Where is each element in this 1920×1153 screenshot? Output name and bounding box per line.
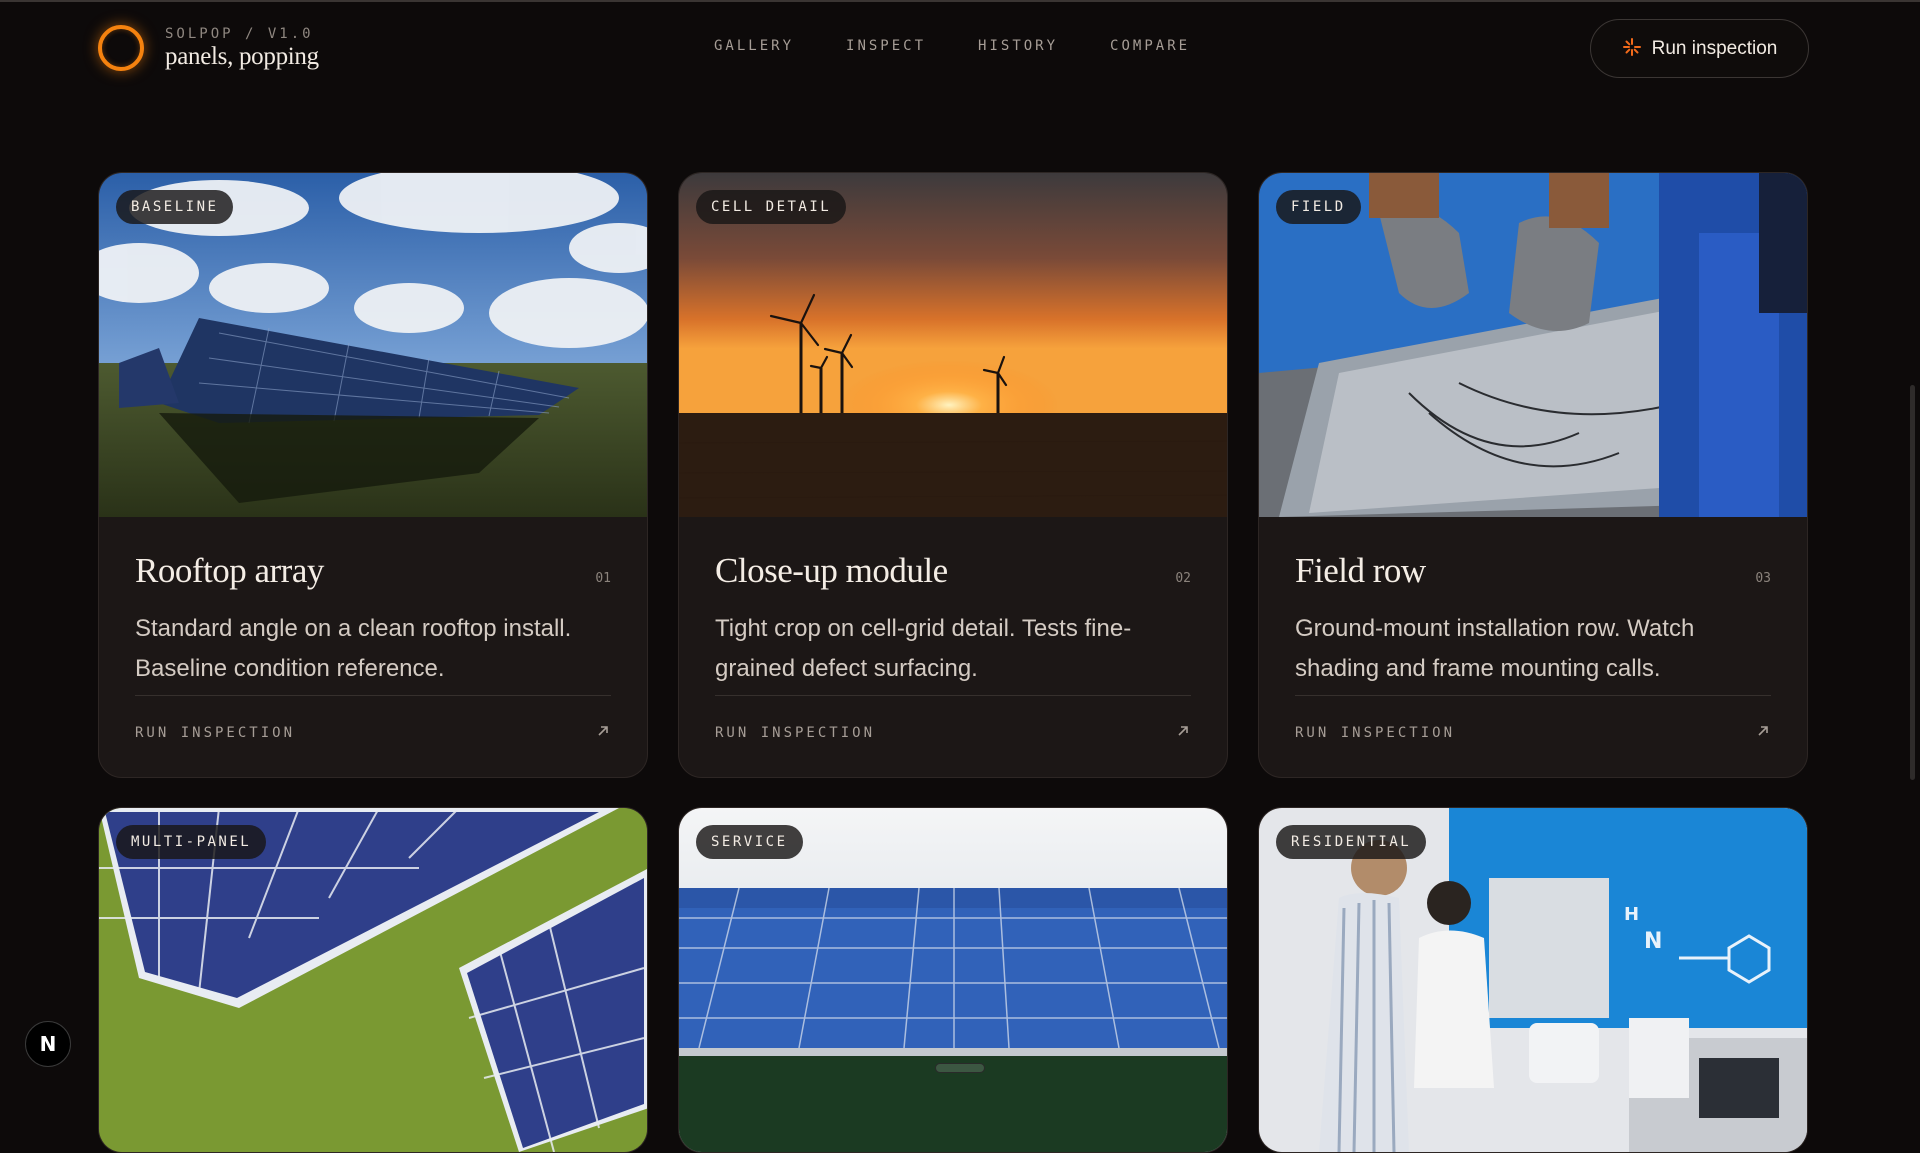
card-description: Tight crop on cell-grid detail. Tests fi… [715,615,1132,682]
aerial-panels-on-grass-image: MULTI-PANEL [99,808,647,1152]
main-nav: GALLERY INSPECT HISTORY COMPARE [714,38,1242,54]
run-inspection-link[interactable]: RUN INSPECTION [1295,725,1455,741]
card-body: Rooftop array 01 Standard angle on a cle… [99,517,647,777]
card-divider [135,695,611,696]
brand-version: SOLPOP / V1.0 [165,26,314,42]
card-description: Standard angle on a clean rooftop instal… [135,615,572,682]
gallery-card-field-row[interactable]: FIELD Field row 03 Ground-mount installa… [1258,172,1808,778]
run-inspection-link[interactable]: RUN INSPECTION [715,725,875,741]
spark-icon [1622,37,1642,61]
card-body: Field row 03 Ground-mount installation r… [1259,517,1807,777]
run-inspection-button[interactable]: Run inspection [1590,19,1809,78]
nav-compare[interactable]: COMPARE [1110,38,1190,54]
solar-field-cloudy-sky-image: BASELINE [99,173,647,517]
brand-tagline: panels, popping [165,43,319,70]
nav-history[interactable]: HISTORY [978,38,1058,54]
card-title: Close-up module [715,551,948,590]
arrow-up-right-icon[interactable] [1175,723,1191,739]
card-number: 01 [595,571,611,586]
card-divider [1295,695,1771,696]
gallery-card-residential[interactable]: N H RESIDENTIAL [1258,807,1808,1153]
gloved-hands-installing-panel-image: FIELD [1259,173,1807,517]
site-header: SOLPOP / V1.0 panels, popping GALLERY IN… [0,0,1920,100]
lab-researchers-image: N H RESIDENTIAL [1259,808,1807,1152]
run-inspection-label: Run inspection [1651,37,1778,59]
card-description: Ground-mount installation row. Watch sha… [1295,615,1695,682]
run-inspection-link[interactable]: RUN INSPECTION [135,725,295,741]
gallery-card-close-up-module[interactable]: CELL DETAIL Close-up module 02 Tight cro… [678,172,1228,778]
arrow-up-right-icon[interactable] [595,723,611,739]
card-badge: BASELINE [116,190,234,224]
card-number: 02 [1175,571,1191,586]
gallery-card-multi-panel[interactable]: MULTI-PANEL [98,807,648,1153]
card-badge: CELL DETAIL [696,190,847,224]
card-badge: MULTI-PANEL [116,825,267,859]
panel-row-under-sky-image: SERVICE [679,808,1227,1152]
card-title: Rooftop array [135,551,324,590]
arrow-up-right-icon[interactable] [1755,723,1771,739]
n-logo-icon[interactable]: N [25,1021,71,1067]
nav-inspect[interactable]: INSPECT [846,38,926,54]
card-badge: RESIDENTIAL [1276,825,1427,859]
card-badge: FIELD [1276,190,1361,224]
scrollbar[interactable] [1910,385,1915,780]
svg-text:N: N [1644,929,1662,954]
svg-text:H: H [1624,904,1639,925]
card-divider [715,695,1191,696]
page-indicator-pill [935,1063,985,1073]
gallery-card-service[interactable]: SERVICE [678,807,1228,1153]
card-number: 03 [1755,571,1771,586]
card-title: Field row [1295,551,1426,590]
card-body: Close-up module 02 Tight crop on cell-gr… [679,517,1227,777]
wind-turbines-sunset-image: CELL DETAIL [679,173,1227,517]
logo-ring-icon[interactable] [98,25,144,71]
nav-gallery[interactable]: GALLERY [714,38,794,54]
gallery-card-rooftop-array[interactable]: BASELINE Rooftop array 01 Standard angle… [98,172,648,778]
card-badge: SERVICE [696,825,803,859]
